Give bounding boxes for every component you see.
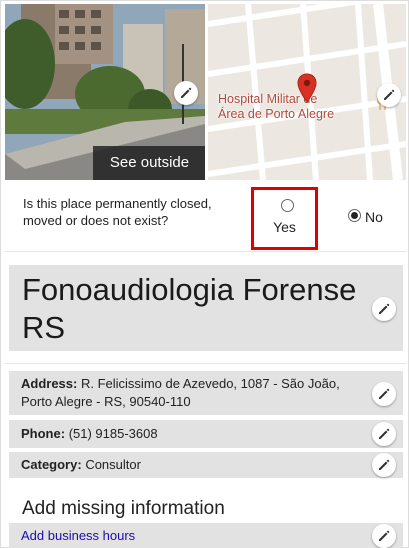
address-text: Address: R. Felicissimo de Azevedo, 1087… xyxy=(21,375,371,411)
yes-label[interactable]: Yes xyxy=(254,219,315,235)
edit-category-button[interactable] xyxy=(372,453,396,477)
pencil-icon xyxy=(181,87,192,98)
edit-place-panel: See outside Hospital Militar de Área de … xyxy=(0,0,409,548)
address-label: Address: xyxy=(21,376,78,391)
category-row: Category: Consultor xyxy=(9,452,403,478)
no-radio[interactable] xyxy=(348,209,361,222)
add-hours-row: Add business hours xyxy=(9,523,403,548)
yes-option-highlight[interactable]: Yes xyxy=(251,187,318,250)
edit-address-button[interactable] xyxy=(372,382,396,406)
pencil-icon xyxy=(379,388,390,399)
pencil-icon xyxy=(379,428,390,439)
phone-row: Phone: (51) 9185-3608 xyxy=(9,420,403,448)
category-text: Category: Consultor xyxy=(21,456,141,474)
category-label: Category: xyxy=(21,457,82,472)
no-label[interactable]: No xyxy=(365,209,383,225)
edit-hours-button[interactable] xyxy=(372,524,396,548)
yes-radio[interactable] xyxy=(281,199,294,212)
edit-name-button[interactable] xyxy=(372,297,396,321)
pencil-icon xyxy=(379,303,390,314)
map-pin-icon xyxy=(297,73,317,103)
add-missing-heading: Add missing information xyxy=(22,498,225,519)
edit-photo-button[interactable] xyxy=(174,81,198,105)
address-row: Address: R. Felicissimo de Azevedo, 1087… xyxy=(9,371,403,415)
pencil-icon xyxy=(384,89,395,100)
pencil-icon xyxy=(379,459,390,470)
edit-location-button[interactable] xyxy=(377,83,401,107)
map-thumbnail[interactable]: Hospital Militar de Área de Porto Alegre xyxy=(208,4,406,180)
map-place-label-line2: Área de Porto Alegre xyxy=(218,107,335,121)
photo-row: See outside Hospital Militar de Área de … xyxy=(5,4,406,180)
edit-phone-button[interactable] xyxy=(372,422,396,446)
business-name-row: Fonoaudiologia Forense RS xyxy=(9,265,403,351)
see-outside-button[interactable]: See outside xyxy=(93,146,205,180)
business-name: Fonoaudiologia Forense RS xyxy=(22,272,357,345)
closed-question-text: Is this place permanently closed, moved … xyxy=(23,196,212,228)
add-business-hours-link[interactable]: Add business hours xyxy=(21,528,135,543)
street-view-photo[interactable]: See outside xyxy=(5,4,205,180)
phone-label: Phone: xyxy=(21,426,66,441)
category-value: Consultor xyxy=(85,457,141,472)
divider xyxy=(5,251,406,252)
phone-value: (51) 9185-3608 xyxy=(68,426,158,441)
pencil-icon xyxy=(379,530,390,541)
phone-text: Phone: (51) 9185-3608 xyxy=(21,425,158,443)
divider xyxy=(5,363,406,364)
